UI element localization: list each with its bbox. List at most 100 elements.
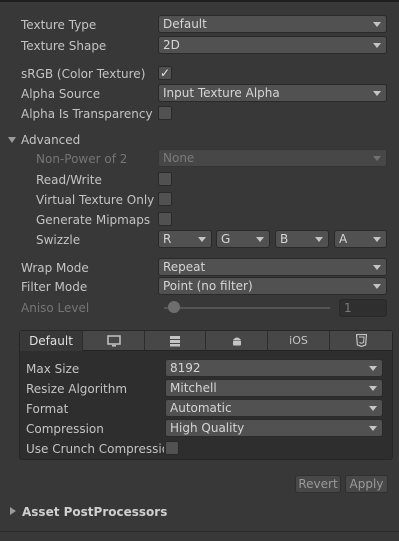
aniso-level-field: 1 bbox=[339, 299, 387, 317]
advanced-header: Advanced bbox=[21, 133, 81, 147]
monitor-icon bbox=[106, 335, 121, 347]
apply-button[interactable]: Apply bbox=[345, 475, 388, 493]
chevron-down-icon bbox=[315, 237, 323, 242]
tab-default[interactable]: Default bbox=[20, 331, 83, 351]
read-write-row: Read/Write bbox=[0, 170, 399, 190]
top-border bbox=[0, 0, 399, 2]
virtual-texture-row: Virtual Texture Only bbox=[0, 190, 399, 210]
checkmark-icon: ✓ bbox=[159, 66, 171, 80]
filter-mode-row: Filter Mode Point (no filter) bbox=[0, 277, 399, 297]
bottom-divider bbox=[0, 531, 399, 532]
chevron-down-icon bbox=[373, 43, 381, 48]
swizzle-g-dropdown[interactable]: G bbox=[216, 230, 270, 248]
generate-mipmaps-row: Generate Mipmaps bbox=[0, 210, 399, 230]
chevron-down-icon bbox=[373, 156, 381, 161]
foldout-arrow-icon bbox=[10, 507, 16, 515]
compression-label: Compression bbox=[26, 422, 104, 436]
alpha-source-label: Alpha Source bbox=[21, 87, 101, 101]
revert-button[interactable]: Revert bbox=[295, 475, 341, 493]
read-write-label: Read/Write bbox=[36, 173, 102, 187]
srgb-checkbox[interactable]: ✓ bbox=[158, 66, 172, 80]
chevron-down-icon bbox=[373, 91, 381, 96]
swizzle-g-value: G bbox=[221, 232, 231, 246]
alpha-transparency-label: Alpha Is Transparency bbox=[21, 107, 153, 121]
non-power-of-2-dropdown: None bbox=[158, 149, 387, 167]
resize-algorithm-value: Mitchell bbox=[170, 381, 217, 395]
non-power-of-2-row: Non-Power of 2 None bbox=[0, 149, 399, 169]
server-icon bbox=[170, 336, 180, 347]
compression-value: High Quality bbox=[170, 421, 245, 435]
chevron-down-icon bbox=[373, 284, 381, 289]
max-size-dropdown[interactable]: 8192 bbox=[165, 359, 383, 377]
asset-postprocessors-foldout[interactable]: Asset PostProcessors bbox=[0, 502, 399, 522]
texture-shape-dropdown[interactable]: 2D bbox=[158, 36, 387, 54]
asset-postprocessors-header: Asset PostProcessors bbox=[22, 505, 168, 519]
resize-algorithm-dropdown[interactable]: Mitchell bbox=[165, 379, 383, 397]
generate-mipmaps-label: Generate Mipmaps bbox=[36, 213, 151, 227]
format-dropdown[interactable]: Automatic bbox=[165, 399, 383, 417]
resize-algorithm-label: Resize Algorithm bbox=[26, 382, 128, 396]
srgb-row: sRGB (Color Texture) ✓ bbox=[0, 64, 399, 84]
chevron-down-icon bbox=[373, 22, 381, 27]
tab-standalone[interactable] bbox=[83, 331, 145, 351]
texture-type-dropdown[interactable]: Default bbox=[158, 15, 387, 33]
non-power-of-2-label: Non-Power of 2 bbox=[36, 152, 128, 166]
use-crunch-checkbox[interactable] bbox=[165, 441, 179, 455]
virtual-texture-checkbox[interactable] bbox=[158, 192, 172, 206]
filter-mode-dropdown[interactable]: Point (no filter) bbox=[158, 277, 387, 295]
non-power-of-2-value: None bbox=[163, 151, 195, 165]
max-size-value: 8192 bbox=[170, 361, 201, 375]
texture-shape-row: Texture Shape 2D bbox=[0, 36, 399, 56]
texture-type-value: Default bbox=[163, 17, 207, 31]
platform-settings-panel: Default iOS Max Size 8192 Resize Algorit… bbox=[19, 330, 393, 460]
generate-mipmaps-checkbox[interactable] bbox=[158, 212, 172, 226]
swizzle-r-dropdown[interactable]: R bbox=[158, 230, 212, 248]
alpha-source-dropdown[interactable]: Input Texture Alpha bbox=[158, 84, 387, 102]
swizzle-label: Swizzle bbox=[36, 233, 81, 247]
texture-shape-value: 2D bbox=[163, 38, 180, 52]
aniso-level-label: Aniso Level bbox=[21, 301, 90, 315]
chevron-down-icon bbox=[256, 237, 264, 242]
swizzle-a-dropdown[interactable]: A bbox=[334, 230, 387, 248]
swizzle-r-value: R bbox=[163, 232, 172, 246]
texture-shape-label: Texture Shape bbox=[21, 39, 107, 53]
compression-dropdown[interactable]: High Quality bbox=[165, 419, 383, 437]
chevron-down-icon bbox=[369, 406, 377, 411]
wrap-mode-value: Repeat bbox=[163, 260, 206, 274]
tab-android[interactable] bbox=[206, 331, 268, 351]
alpha-transparency-row: Alpha Is Transparency bbox=[0, 104, 399, 124]
chevron-down-icon bbox=[369, 366, 377, 371]
tab-webgl[interactable] bbox=[330, 331, 392, 351]
swizzle-a-value: A bbox=[339, 232, 348, 246]
advanced-foldout[interactable]: Advanced bbox=[0, 130, 399, 150]
wrap-mode-label: Wrap Mode bbox=[21, 261, 89, 275]
read-write-checkbox[interactable] bbox=[158, 172, 172, 186]
format-label: Format bbox=[26, 402, 69, 416]
html5-icon bbox=[355, 333, 367, 348]
aniso-slider-track bbox=[164, 307, 330, 309]
virtual-texture-label: Virtual Texture Only bbox=[36, 193, 155, 207]
alpha-source-value: Input Texture Alpha bbox=[163, 86, 280, 100]
use-crunch-label: Use Crunch Compressio bbox=[26, 442, 164, 456]
alpha-source-row: Alpha Source Input Texture Alpha bbox=[0, 84, 399, 104]
platform-tabs: Default iOS bbox=[20, 331, 392, 351]
filter-mode-value: Point (no filter) bbox=[163, 279, 253, 293]
android-icon bbox=[232, 337, 241, 346]
swizzle-row: Swizzle R G B A bbox=[0, 230, 399, 250]
max-size-label: Max Size bbox=[26, 362, 80, 376]
ios-icon: iOS bbox=[289, 334, 308, 347]
wrap-mode-row: Wrap Mode Repeat bbox=[0, 258, 399, 278]
alpha-transparency-checkbox[interactable] bbox=[158, 106, 172, 120]
format-value: Automatic bbox=[170, 401, 232, 415]
chevron-down-icon bbox=[198, 237, 206, 242]
texture-type-label: Texture Type bbox=[21, 18, 97, 32]
swizzle-b-value: B bbox=[280, 232, 289, 246]
chevron-down-icon bbox=[369, 386, 377, 391]
aniso-slider-knob bbox=[168, 301, 180, 313]
tab-ios[interactable]: iOS bbox=[268, 331, 330, 351]
tab-server[interactable] bbox=[145, 331, 206, 351]
chevron-down-icon bbox=[369, 426, 377, 431]
wrap-mode-dropdown[interactable]: Repeat bbox=[158, 258, 387, 276]
swizzle-b-dropdown[interactable]: B bbox=[275, 230, 329, 248]
filter-mode-label: Filter Mode bbox=[21, 280, 88, 294]
